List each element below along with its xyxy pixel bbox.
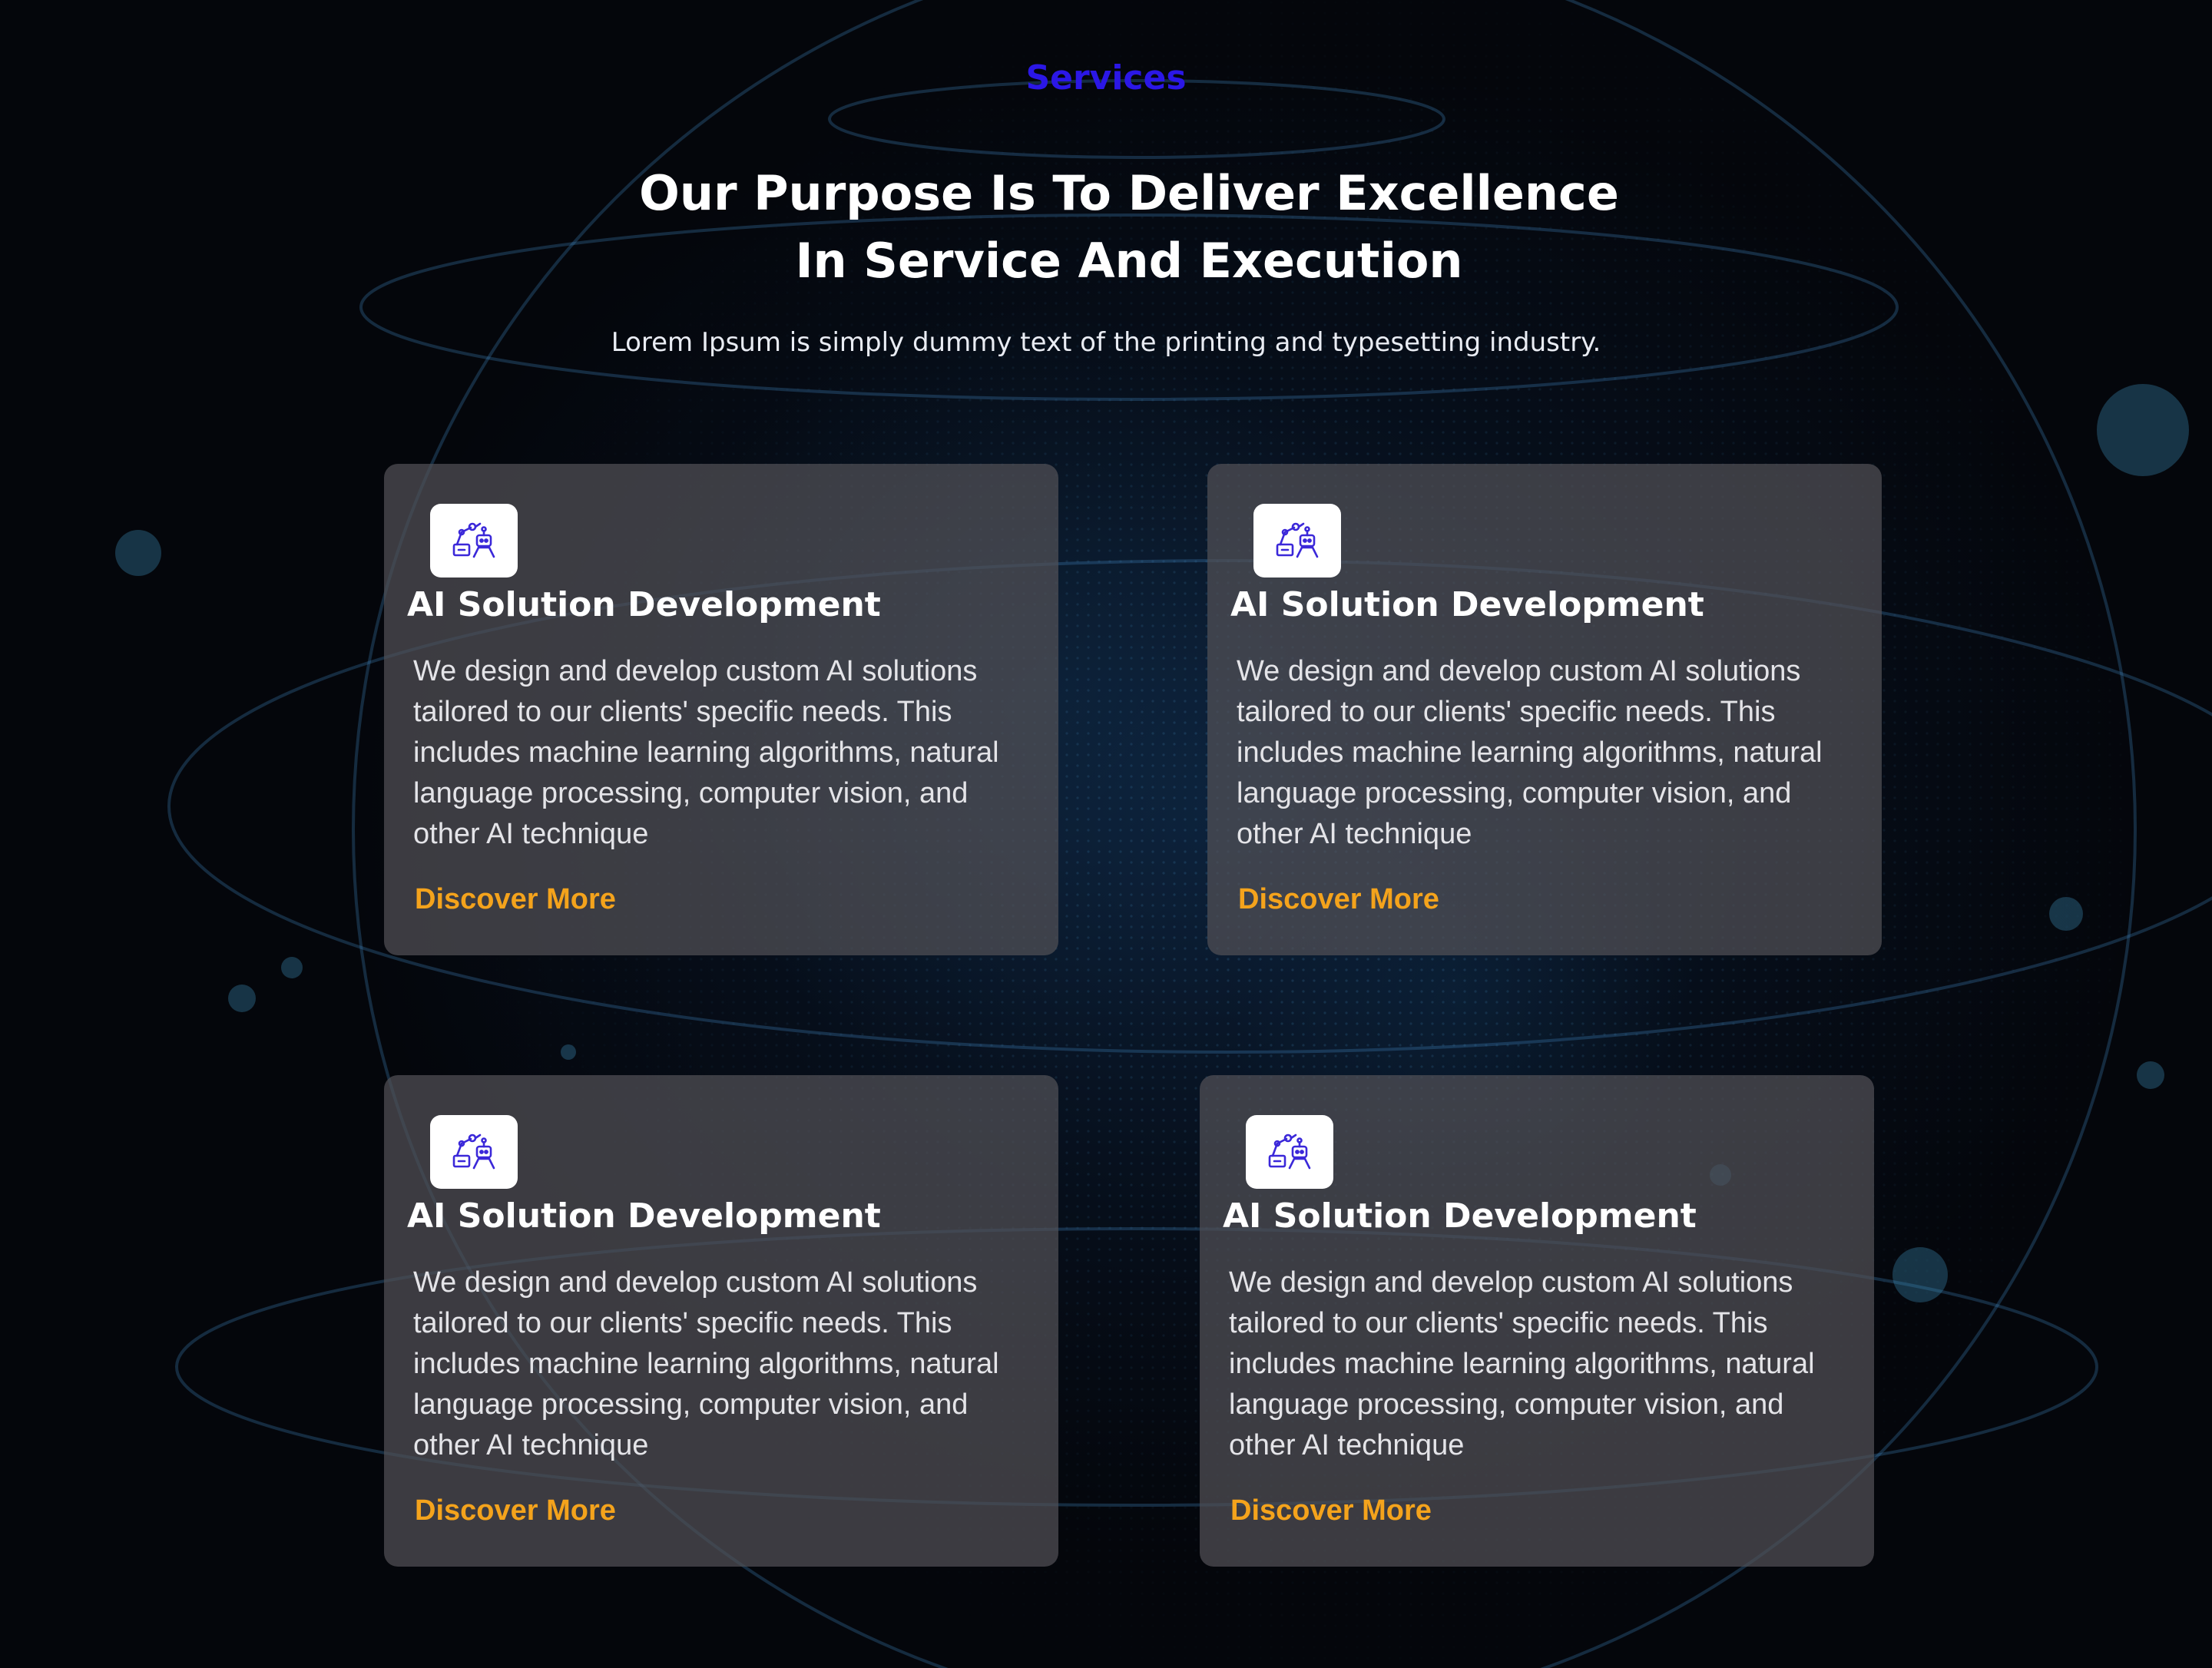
- service-card: AI Solution Development We design and de…: [1200, 1075, 1874, 1567]
- section-subtitle: Lorem Ipsum is simply dummy text of the …: [611, 327, 1601, 358]
- page-title: Our Purpose Is To Deliver Excellence In …: [568, 160, 1690, 295]
- ai-robot-icon: [1267, 1130, 1313, 1174]
- section-eyebrow: Services: [1025, 58, 1187, 98]
- service-description: We design and develop custom AI solution…: [1229, 1266, 1815, 1461]
- discover-more-link[interactable]: Discover More: [1238, 883, 1439, 916]
- service-description: We design and develop custom AI solution…: [413, 655, 999, 850]
- service-title: AI Solution Development: [1223, 1196, 1697, 1236]
- service-title: AI Solution Development: [1230, 585, 1704, 624]
- service-icon-container: [1246, 1115, 1333, 1189]
- discover-more-link[interactable]: Discover More: [1230, 1494, 1432, 1527]
- ai-robot-icon: [451, 1130, 497, 1174]
- ai-robot-icon: [1274, 518, 1320, 563]
- page-title-line-1: Our Purpose Is To Deliver Excellence: [639, 165, 1619, 221]
- service-title: AI Solution Development: [407, 1196, 881, 1236]
- discover-more-link[interactable]: Discover More: [415, 1494, 616, 1527]
- service-icon-container: [1253, 504, 1341, 578]
- service-description: We design and develop custom AI solution…: [1237, 655, 1823, 850]
- service-icon-container: [430, 1115, 518, 1189]
- service-title: AI Solution Development: [407, 585, 881, 624]
- service-card: AI Solution Development We design and de…: [384, 464, 1058, 955]
- service-card: AI Solution Development We design and de…: [1207, 464, 1882, 955]
- service-description: We design and develop custom AI solution…: [413, 1266, 999, 1461]
- service-card: AI Solution Development We design and de…: [384, 1075, 1058, 1567]
- service-icon-container: [430, 504, 518, 578]
- discover-more-link[interactable]: Discover More: [415, 883, 616, 916]
- ai-robot-icon: [451, 518, 497, 563]
- page-title-line-2: In Service And Execution: [795, 233, 1463, 289]
